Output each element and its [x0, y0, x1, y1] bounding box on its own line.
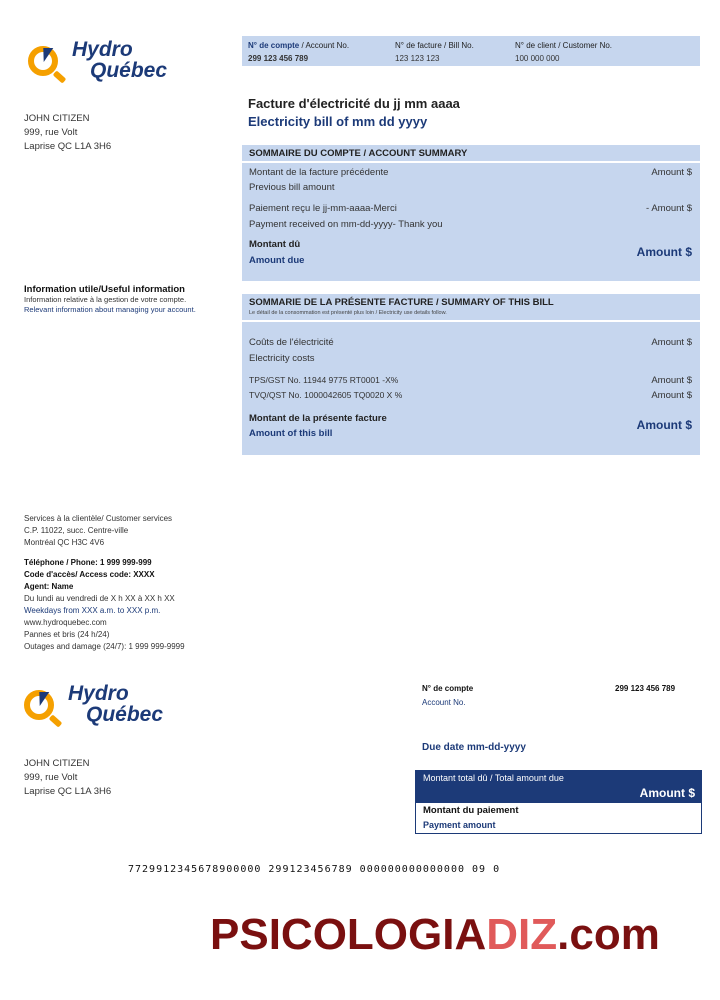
bill-summary-subheading: Le détail de la consommation est présent… [249, 310, 447, 316]
amount-due-label-fr: Montant dû [249, 239, 301, 250]
electricity-costs-label-fr: Coûts de l'électricité [249, 337, 334, 348]
payment-amount-label-fr: Montant du paiement [423, 805, 519, 816]
customer-city: Laprise QC L1A 3H6 [24, 141, 112, 152]
logo-word-quebec: Québec [86, 703, 164, 726]
stub-customer-address: JOHN CITIZEN 999, rue Volt Laprise QC L1… [24, 757, 111, 799]
qst-value: Amount $ [651, 390, 692, 401]
services-phone: Téléphone / Phone: 1 999 999-999 [24, 558, 152, 567]
barcode-number-line: 7729912345678900000 299123456789 0000000… [128, 864, 501, 875]
useful-info: Information utile/Useful information Inf… [24, 284, 239, 315]
useful-info-line-fr: Information relative à la gestion de vot… [24, 295, 187, 304]
watermark-part-1: PSICOLOGIA [210, 910, 487, 959]
divider [242, 161, 700, 163]
client-number-value: 100 000 000 [515, 54, 560, 63]
amount-due-label-en: Amount due [249, 255, 305, 266]
payment-received-label-fr: Paiement reçu le jj-mm-aaaa-Merci [249, 203, 397, 214]
stub-account-label-en: Account No. [422, 698, 466, 707]
stub-account-label-fr: N° de compte [422, 684, 474, 693]
bill-total-label-en: Amount of this bill [249, 428, 333, 439]
payment-received-value: - Amount $ [646, 203, 692, 214]
electricity-costs-label-en: Electricity costs [249, 353, 315, 364]
bill-total-label-fr: Montant de la présente facture [249, 413, 387, 424]
payment-received-label-en: Payment received on mm-dd-yyyy- Thank yo… [249, 219, 443, 230]
services-outage-en: Outages and damage (24/7): 1 999 999-999… [24, 642, 185, 651]
account-summary-heading: SOMMAIRE DU COMPTE / ACCOUNT SUMMARY [249, 148, 468, 159]
bill-total-value: Amount $ [636, 418, 692, 432]
services-line-2: C.P. 11022, succ. Centre-ville [24, 526, 129, 535]
client-number-label-en: / Customer No. [558, 41, 613, 50]
total-due-value: Amount $ [639, 786, 695, 800]
bill-number-value: 123 123 123 [395, 54, 440, 63]
services-website: www.hydroquebec.com [24, 618, 107, 627]
logo-word-quebec: Québec [90, 59, 168, 82]
bill-number-label-en: / Bill No. [444, 41, 474, 50]
watermark-part-2: DIZ [486, 910, 558, 959]
watermark-part-3: .com [557, 910, 660, 959]
services-line-1: Services à la clientèle/ Customer servic… [24, 514, 173, 523]
total-due-box: Montant total dû / Total amount due Amou… [415, 770, 702, 834]
previous-amount-label-en: Previous bill amount [249, 182, 335, 193]
stub-customer-name: JOHN CITIZEN [24, 758, 90, 769]
client-number-label: N° de client [515, 41, 556, 50]
previous-amount-label-fr: Montant de la facture précédente [249, 167, 389, 178]
customer-street: 999, rue Volt [24, 127, 78, 138]
services-hours-en: Weekdays from XXX a.m. to XXX p.m. [24, 606, 161, 615]
customer-services: Services à la clientèle/ Customer servic… [24, 513, 185, 653]
previous-amount-value: Amount $ [651, 167, 692, 178]
total-due-header: Montant total dû / Total amount due Amou… [416, 771, 701, 803]
watermark-text: PSICOLOGIADIZ.com [210, 910, 660, 960]
bill-summary-heading: SOMMARIE DE LA PRÉSENTE FACTURE / SUMMAR… [249, 297, 554, 308]
services-hours-fr: Du lundi au vendredi de X h XX à XX h XX [24, 594, 175, 603]
bill-number-label: N° de facture [395, 41, 442, 50]
bill-title-en: Electricity bill of mm dd yyyy [248, 114, 428, 129]
account-header-bar: N° de compte / Account No. 299 123 456 7… [242, 36, 700, 66]
total-due-label: Montant total dû / Total amount due [423, 773, 564, 783]
services-access-code: Code d'accès/ Access code: XXXX [24, 570, 155, 579]
account-number-label-en: / Account No. [301, 41, 350, 50]
useful-info-title: Information utile/Useful information [24, 284, 185, 295]
stub-customer-street: 999, rue Volt [24, 772, 78, 783]
account-number-label: N° de compte [248, 41, 300, 50]
stub-due-date: Due date mm-dd-yyyy [422, 742, 526, 753]
services-agent: Agent: Name [24, 582, 74, 591]
payment-amount-label-en: Payment amount [423, 820, 496, 830]
useful-info-line-en: Relevant information about managing your… [24, 305, 196, 314]
account-number-value: 299 123 456 789 [248, 54, 309, 63]
divider [242, 320, 700, 322]
gst-label: TPS/GST No. 11944 9775 RT0001 -X% [249, 375, 399, 385]
customer-name: JOHN CITIZEN [24, 113, 90, 124]
electricity-costs-value: Amount $ [651, 337, 692, 348]
gst-value: Amount $ [651, 375, 692, 386]
services-line-3: Montréal QC H3C 4V6 [24, 538, 105, 547]
qst-label: TVQ/QST No. 1000042605 TQ0020 X % [249, 390, 403, 400]
customer-address: JOHN CITIZEN 999, rue Volt Laprise QC L1… [24, 112, 111, 154]
account-summary-box: SOMMAIRE DU COMPTE / ACCOUNT SUMMARY Mon… [242, 145, 700, 281]
amount-due-value: Amount $ [636, 245, 692, 259]
stub-account-value: 299 123 456 789 [615, 684, 676, 693]
bill-summary-box: SOMMARIE DE LA PRÉSENTE FACTURE / SUMMAR… [242, 294, 700, 455]
hydro-quebec-logo: Hydro Québec [28, 38, 198, 88]
services-outage-fr: Pannes et bris (24 h/24) [24, 630, 110, 639]
hydro-quebec-logo-stub: Hydro Québec [24, 682, 194, 732]
bill-title-fr: Facture d'électricité du jj mm aaaa [248, 96, 460, 111]
stub-customer-city: Laprise QC L1A 3H6 [24, 786, 112, 797]
